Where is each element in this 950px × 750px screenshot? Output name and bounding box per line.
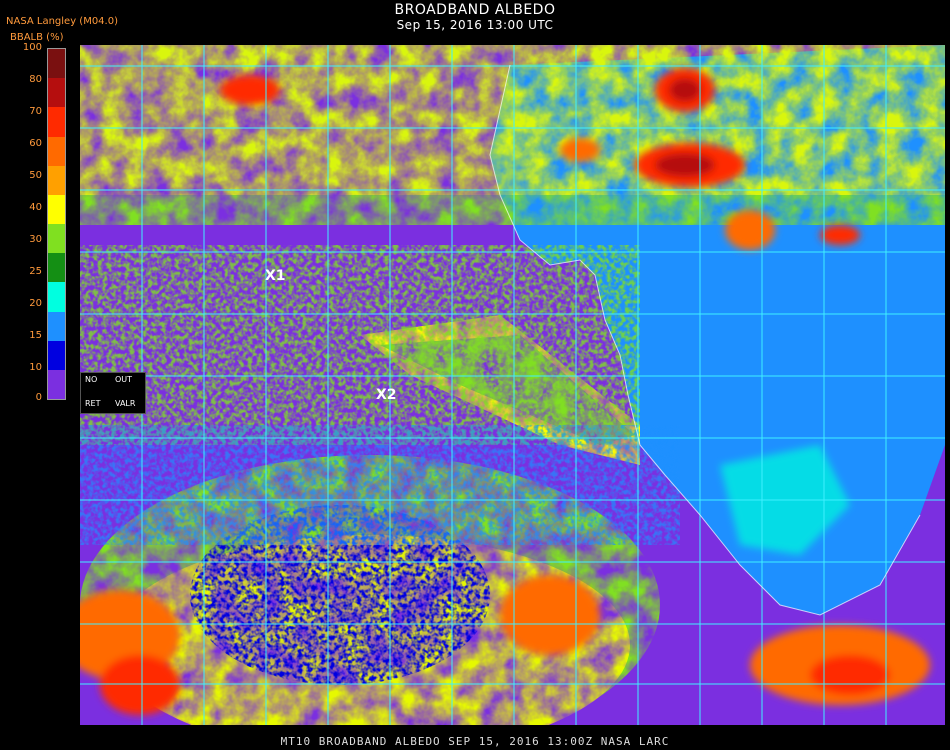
legend-ret: RET [85, 399, 101, 408]
colorbar-tick: 80 [29, 74, 42, 85]
colorbar-segment [48, 253, 65, 283]
colorbar-tick: 0 [35, 392, 42, 403]
colorbar-segment [48, 78, 65, 108]
marker-x1: X1 [265, 268, 286, 284]
map-title: BROADBAND ALBEDO [394, 2, 556, 18]
colorbar-tick: 70 [29, 106, 42, 117]
albedo-map [80, 45, 945, 725]
marker-x2: X2 [376, 387, 397, 403]
colorbar-tick: 10 [29, 362, 42, 373]
colorbar-segment [48, 282, 65, 312]
legend-no: NO [85, 375, 98, 384]
map-subtitle: Sep 15, 2016 13:00 UTC [396, 18, 554, 32]
colorbar-tick: 50 [29, 170, 42, 181]
colorbar-tick: 100 [22, 42, 42, 53]
footer-caption: MT10 BROADBAND ALBEDO SEP 15, 2016 13:00… [280, 735, 670, 748]
brand-label: NASA Langley (M04.0) [6, 16, 118, 27]
colorbar-segment [48, 107, 65, 137]
colorbar-tick: 30 [29, 234, 42, 245]
colorbar-tick: 15 [29, 330, 42, 341]
colorbar-segment [48, 194, 65, 225]
colorbar-tick: 40 [29, 202, 42, 213]
status-legend: NO OUT RET VALR [80, 372, 146, 414]
colorbar-tick: 60 [29, 138, 42, 149]
legend-out: OUT [115, 375, 133, 384]
colorbar-segment [48, 311, 65, 342]
colorbar-segment [48, 136, 65, 167]
legend-valr: VALR [115, 399, 136, 408]
colorbar-segment [48, 369, 65, 400]
colorbar-tick: 20 [29, 298, 42, 309]
colorbar-tick: 25 [29, 266, 42, 277]
colorbar-segment [48, 340, 65, 371]
colorbar-segment [48, 49, 65, 79]
colorbar-segment [48, 224, 65, 254]
colorbar-segment [48, 165, 65, 196]
colorbar [47, 48, 66, 400]
